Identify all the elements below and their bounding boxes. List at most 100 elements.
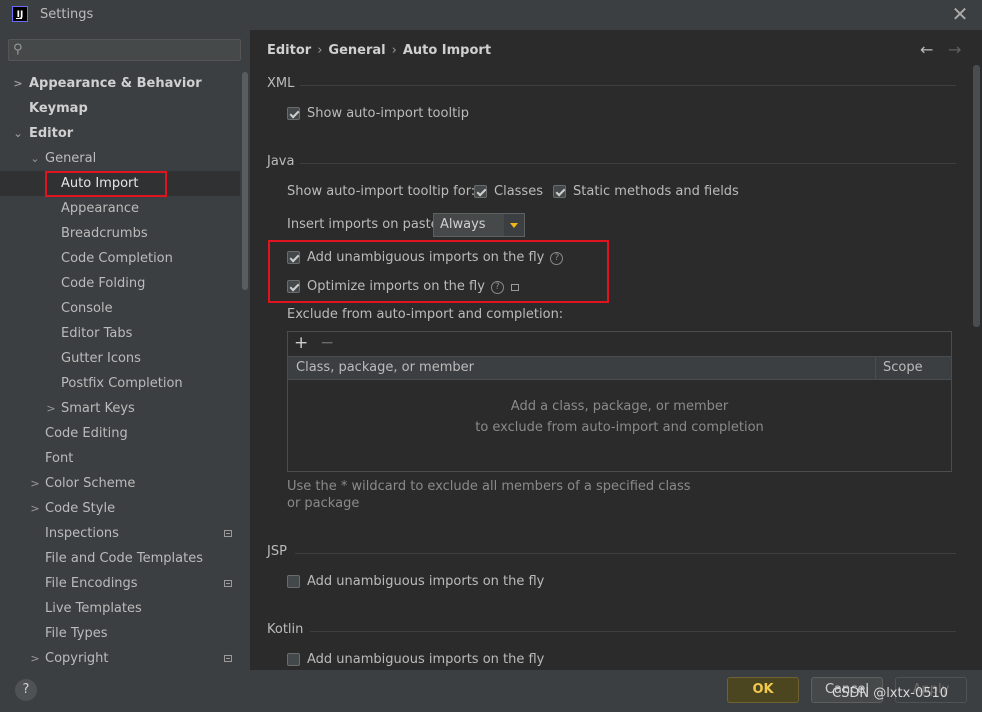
sidebar-item-general[interactable]: ⌄ General xyxy=(0,146,240,171)
settings-search-input[interactable]: ⚲ xyxy=(8,39,241,61)
sidebar-item-code-folding[interactable]: Code Folding xyxy=(0,271,240,296)
label-text: Exclude from auto-import and completion: xyxy=(287,307,564,322)
wildcard-hint: Use the * wildcard to exclude all member… xyxy=(287,479,691,511)
sidebar-item-code-completion[interactable]: Code Completion xyxy=(0,246,240,271)
sidebar-item-editor-tabs[interactable]: Editor Tabs xyxy=(0,321,240,346)
column-header-scope[interactable]: Scope xyxy=(883,360,923,375)
checkbox-checked[interactable] xyxy=(287,106,300,120)
arrow-right-icon[interactable]: → xyxy=(948,40,961,59)
project-settings-icon xyxy=(224,530,232,537)
sidebar-item-color-scheme[interactable]: > Color Scheme xyxy=(0,471,240,496)
remove-icon[interactable]: − xyxy=(320,332,334,354)
add-icon[interactable]: + xyxy=(294,332,308,354)
section-divider xyxy=(295,553,956,554)
chevron-right-icon[interactable]: > xyxy=(29,471,41,496)
settings-content: Editor › General › Auto Import ← → XML Show … xyxy=(250,30,982,670)
sidebar-item-label: Editor xyxy=(29,126,74,141)
table-toolbar: + − xyxy=(288,332,951,356)
sidebar-item-label: Console xyxy=(61,301,113,316)
sidebar-item-label: Code Completion xyxy=(61,251,173,266)
tooltip-for-label: Show auto-import tooltip for: xyxy=(287,184,476,199)
sidebar-item-label: File Types xyxy=(45,626,108,641)
jsp-add-unambiguous-checkbox[interactable]: Add unambiguous imports on the fly xyxy=(287,572,544,592)
checkbox-label: Add unambiguous imports on the fly xyxy=(307,574,545,589)
checkbox-label: Show auto-import tooltip xyxy=(307,106,470,121)
sidebar-item-smart-keys[interactable]: > Smart Keys xyxy=(0,396,240,421)
checkbox-unchecked[interactable] xyxy=(287,652,300,666)
table-empty-text: to exclude from auto-import and completi… xyxy=(475,420,764,435)
insert-on-paste-dropdown[interactable]: Always xyxy=(433,213,525,237)
sidebar-item-inspections[interactable]: Inspections xyxy=(0,521,240,546)
chevron-right-icon[interactable]: > xyxy=(12,71,24,96)
help-button[interactable]: ? xyxy=(15,679,37,701)
sidebar-item-label: Code Style xyxy=(45,501,116,516)
arrow-left-icon[interactable]: ← xyxy=(920,40,933,59)
breadcrumb-separator: › xyxy=(391,43,397,58)
section-title-java: Java xyxy=(267,154,295,169)
sidebar-item-live-templates[interactable]: Live Templates xyxy=(0,596,240,621)
sidebar-item-label: Color Scheme xyxy=(45,476,136,491)
sidebar-item-label: Editor Tabs xyxy=(61,326,133,341)
chevron-right-icon[interactable]: > xyxy=(45,396,57,421)
project-settings-icon xyxy=(224,580,232,587)
insert-on-paste-label: Insert imports on paste: xyxy=(287,215,443,235)
java-static-methods-checkbox[interactable]: Static methods and fields xyxy=(553,182,739,202)
sidebar-item-postfix-completion[interactable]: Postfix Completion xyxy=(0,371,240,396)
close-icon[interactable]: ✕ xyxy=(948,2,972,26)
sidebar-item-editor[interactable]: ⌄ Editor xyxy=(0,121,240,146)
sidebar-item-label: Copyright xyxy=(45,651,109,666)
sidebar-item-label: Font xyxy=(45,451,74,466)
chevron-right-icon[interactable]: > xyxy=(29,646,41,671)
section-divider xyxy=(300,163,956,164)
sidebar-item-gutter-icons[interactable]: Gutter Icons xyxy=(0,346,240,371)
annotation-highlight-box xyxy=(268,240,609,303)
window-title: Settings xyxy=(40,7,94,22)
sidebar-item-console[interactable]: Console xyxy=(0,296,240,321)
sidebar-item-file-encodings[interactable]: File Encodings xyxy=(0,571,240,596)
chevron-down-icon[interactable] xyxy=(504,214,524,236)
ok-button[interactable]: OK xyxy=(727,677,799,703)
column-header-class[interactable]: Class, package, or member xyxy=(296,360,474,375)
table-header: Class, package, or member Scope xyxy=(288,356,951,380)
sidebar-item-appearance-behavior[interactable]: > Appearance & Behavior xyxy=(0,71,240,96)
sidebar-item-breadcrumbs[interactable]: Breadcrumbs xyxy=(0,221,240,246)
sidebar-item-label: Smart Keys xyxy=(61,401,135,416)
sidebar-item-code-style[interactable]: > Code Style xyxy=(0,496,240,521)
chevron-down-icon[interactable]: ⌄ xyxy=(12,121,24,146)
exclude-label: Exclude from auto-import and completion: xyxy=(287,305,563,325)
search-icon: ⚲ xyxy=(13,42,23,57)
sidebar-item-label: File and Code Templates xyxy=(45,551,203,566)
kotlin-add-unambiguous-checkbox[interactable]: Add unambiguous imports on the fly xyxy=(287,650,544,670)
dialog-footer: ? OK Cancel Apply CSDN @lxtx-0510 xyxy=(0,670,982,712)
settings-sidebar: ⚲ > Appearance & Behavior Keymap ⌄ Edito… xyxy=(0,30,250,670)
breadcrumb: Editor › General › Auto Import xyxy=(267,43,491,58)
intellij-logo-icon: IJ xyxy=(12,6,28,22)
chevron-down-icon[interactable]: ⌄ xyxy=(29,146,41,171)
java-tooltip-for-row: Show auto-import tooltip for: xyxy=(287,182,475,202)
sidebar-item-file-types[interactable]: File Types xyxy=(0,621,240,646)
sidebar-item-file-code-templates[interactable]: File and Code Templates xyxy=(0,546,240,571)
sidebar-item-code-editing[interactable]: Code Editing xyxy=(0,421,240,446)
checkbox-checked[interactable] xyxy=(474,184,487,198)
table-empty-text: Add a class, package, or member xyxy=(510,399,729,414)
column-divider[interactable] xyxy=(875,357,876,379)
sidebar-scrollbar[interactable] xyxy=(242,72,248,290)
sidebar-item-font[interactable]: Font xyxy=(0,446,240,471)
breadcrumb-auto-import: Auto Import xyxy=(402,43,492,58)
content-scrollbar[interactable] xyxy=(973,65,980,327)
label-text: Insert imports on paste: xyxy=(287,217,444,232)
sidebar-item-appearance[interactable]: Appearance xyxy=(0,196,240,221)
breadcrumb-editor[interactable]: Editor xyxy=(267,43,311,58)
xml-show-tooltip-checkbox[interactable]: Show auto-import tooltip xyxy=(287,104,469,124)
sidebar-item-label: Postfix Completion xyxy=(61,376,183,391)
java-classes-checkbox[interactable]: Classes xyxy=(474,182,543,202)
sidebar-item-label: Keymap xyxy=(29,101,88,116)
checkbox-checked[interactable] xyxy=(553,184,566,198)
sidebar-item-keymap[interactable]: Keymap xyxy=(0,96,240,121)
sidebar-item-copyright[interactable]: > Copyright xyxy=(0,646,240,671)
title-bar: IJ Settings ✕ xyxy=(0,0,982,30)
sidebar-item-label: Appearance xyxy=(61,201,140,216)
checkbox-unchecked[interactable] xyxy=(287,574,300,588)
chevron-right-icon[interactable]: > xyxy=(29,496,41,521)
breadcrumb-general[interactable]: General xyxy=(328,43,385,58)
